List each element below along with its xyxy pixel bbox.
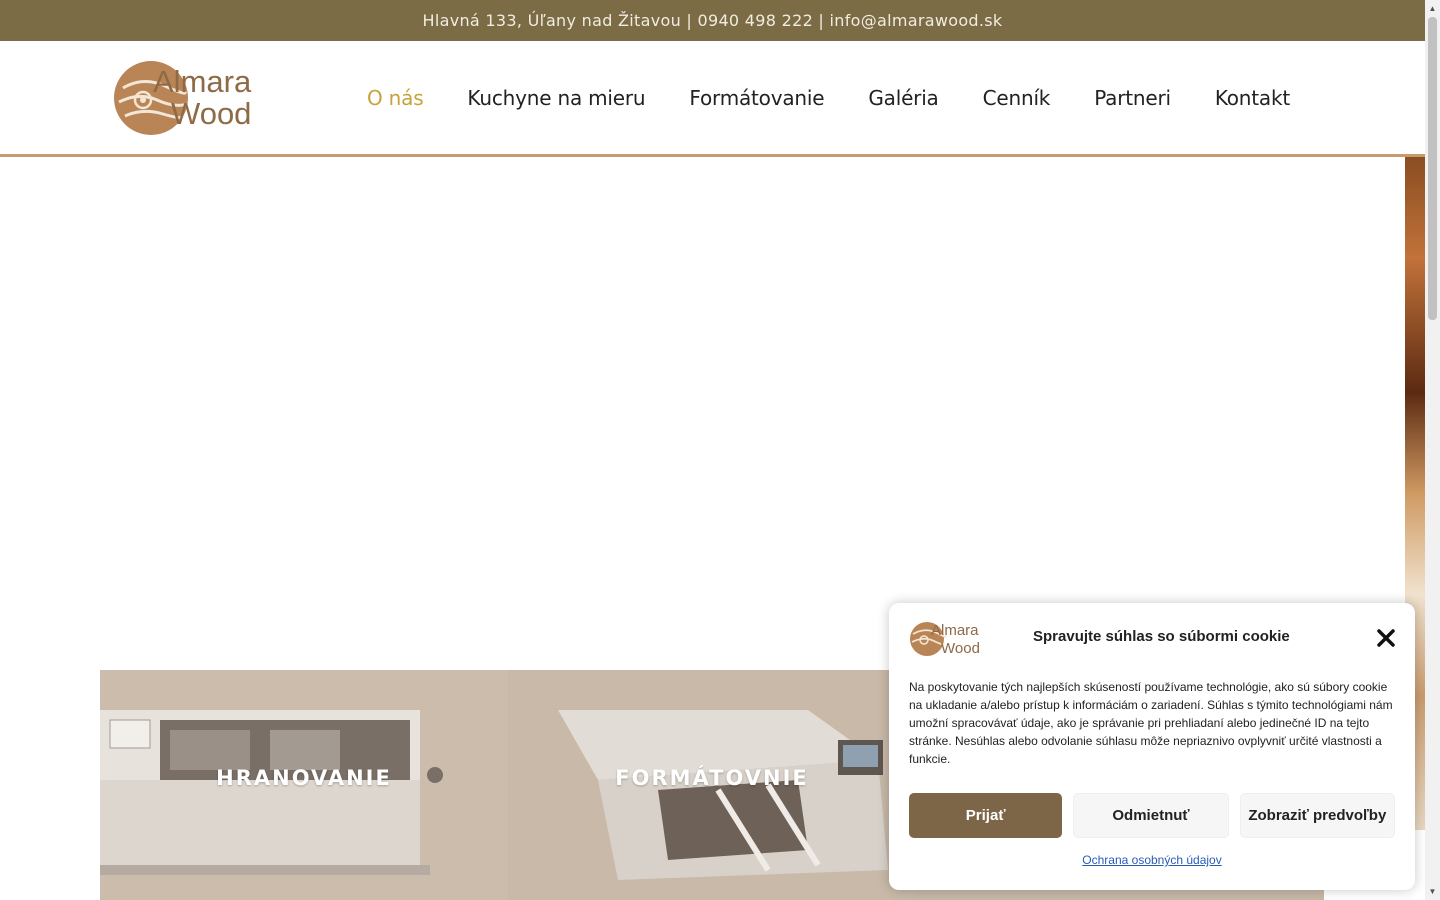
page-scrollbar[interactable]: ▲ ▼ — [1425, 0, 1440, 900]
nav-item-formatovanie[interactable]: Formátovanie — [689, 86, 824, 110]
top-info-bar: Hlavná 133, Úľany nad Žitavou | 0940 498… — [0, 0, 1425, 41]
contact-info: Hlavná 133, Úľany nad Žitavou | 0940 498… — [422, 11, 1003, 30]
site-header: Almara Wood O nás Kuchyne na mieru Formá… — [0, 41, 1425, 157]
cookie-dialog-logo: Almara Wood — [909, 615, 989, 659]
deny-button[interactable]: Odmietnuť — [1073, 793, 1229, 838]
cookie-consent-dialog: Almara Wood Spravujte súhlas so súbormi … — [889, 603, 1415, 890]
logo-text-line2: Wood — [171, 96, 251, 131]
cookie-logo-line1: Almara — [931, 622, 979, 639]
nav-item-kuchyne[interactable]: Kuchyne na mieru — [467, 86, 645, 110]
service-card-hranovanie[interactable]: HRANOVANIE — [100, 670, 508, 900]
cookie-dialog-title: Spravujte súhlas so súbormi cookie — [1033, 628, 1290, 645]
scroll-down-arrow-icon[interactable]: ▼ — [1425, 883, 1440, 900]
preferences-button[interactable]: Zobraziť predvoľby — [1239, 793, 1395, 838]
main-nav: O nás Kuchyne na mieru Formátovanie Galé… — [367, 41, 1290, 154]
cookie-button-row: Prijať Odmietnuť Zobraziť predvoľby — [909, 793, 1395, 838]
cookie-dialog-text: Na poskytovanie tých najlepších skúsenos… — [909, 680, 1393, 766]
accept-button[interactable]: Prijať — [909, 793, 1063, 838]
site-logo[interactable]: Almara Wood — [113, 58, 273, 138]
nav-item-galeria[interactable]: Galéria — [868, 86, 938, 110]
nav-item-cennik[interactable]: Cenník — [983, 86, 1051, 110]
nav-item-partneri[interactable]: Partneri — [1094, 86, 1171, 110]
cookie-logo-line2: Wood — [941, 640, 980, 657]
service-card-formatovnie[interactable]: FORMÁTOVNIE — [508, 670, 916, 900]
privacy-policy-link[interactable]: Ochrana osobných údajov — [889, 853, 1415, 867]
nav-item-o-nas[interactable]: O nás — [367, 86, 424, 110]
scroll-up-arrow-icon[interactable]: ▲ — [1425, 0, 1440, 17]
service-card-label: FORMÁTOVNIE — [615, 766, 809, 790]
close-icon[interactable] — [1375, 627, 1397, 649]
service-card-label: HRANOVANIE — [216, 766, 392, 790]
logo-text-line1: Almara — [153, 64, 252, 99]
hero-section — [0, 157, 1405, 670]
nav-item-kontakt[interactable]: Kontakt — [1215, 86, 1290, 110]
scroll-thumb[interactable] — [1428, 17, 1437, 320]
